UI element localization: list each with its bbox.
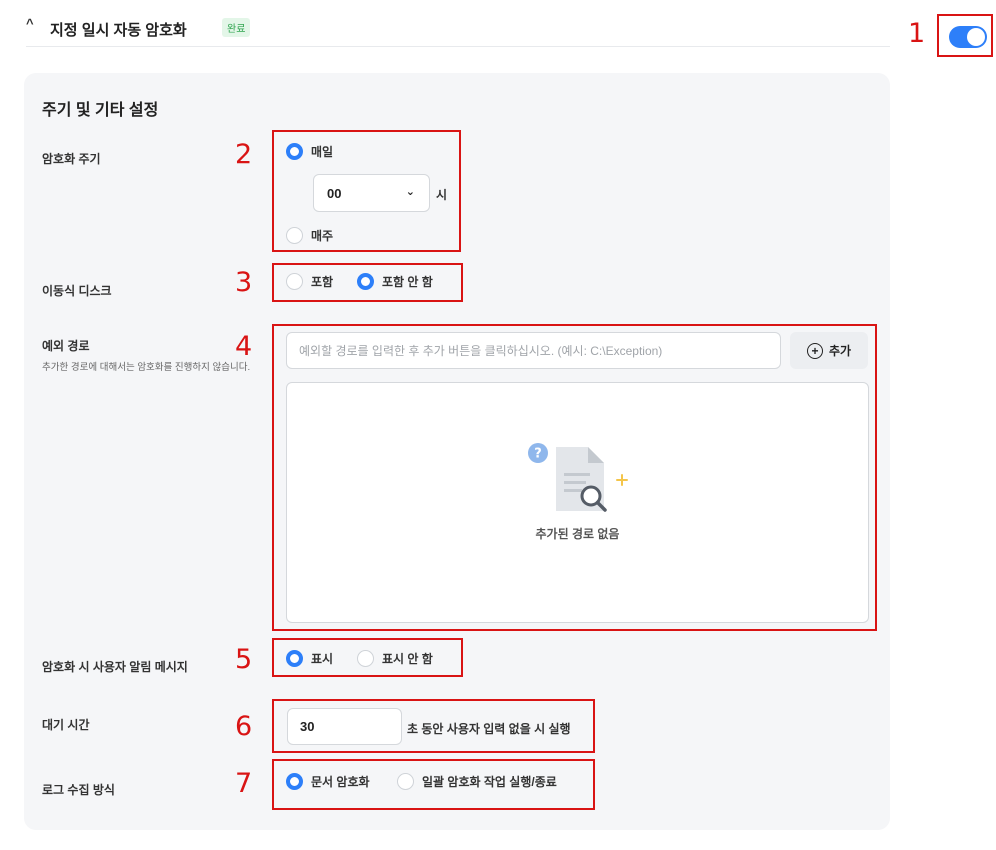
radio-dot-selected bbox=[357, 273, 374, 290]
panel-title: 주기 및 기타 설정 bbox=[42, 102, 159, 119]
annotation-number: 4 bbox=[235, 331, 253, 362]
radio-show[interactable]: 표시 bbox=[286, 650, 333, 667]
radio-dot bbox=[286, 273, 303, 290]
radio-dot bbox=[397, 773, 414, 790]
cycle-label: 암호화 주기 bbox=[42, 152, 101, 166]
notification-label: 암호화 시 사용자 알림 메시지 bbox=[42, 660, 188, 674]
status-badge: 완료 bbox=[222, 18, 251, 37]
plus-circle-icon: + bbox=[806, 342, 823, 359]
annotation-number: 5 bbox=[235, 644, 253, 675]
annotation-number: 2 bbox=[235, 139, 253, 170]
radio-doc-encrypt-label: 문서 암호화 bbox=[311, 775, 370, 789]
radio-daily-label: 매일 bbox=[311, 145, 334, 159]
toggle-knob bbox=[967, 28, 985, 46]
auto-encrypt-toggle[interactable] bbox=[949, 26, 987, 48]
radio-dot bbox=[286, 227, 303, 244]
svg-text:?: ? bbox=[534, 447, 542, 462]
hour-unit: 시 bbox=[436, 188, 448, 202]
wait-time-suffix: 초 동안 사용자 입력 없을 시 실행 bbox=[407, 722, 571, 736]
radio-weekly[interactable]: 매주 bbox=[286, 227, 333, 244]
section-header: ^ 지정 일시 자동 암호화 완료 bbox=[26, 14, 890, 47]
exception-path-list: ? 추가된 경로 없음 bbox=[286, 382, 869, 623]
removable-disk-label: 이동식 디스크 bbox=[42, 284, 112, 298]
add-button-label: 추가 bbox=[828, 344, 852, 358]
wait-time-input[interactable] bbox=[287, 708, 402, 745]
radio-dot bbox=[357, 650, 374, 667]
add-path-button[interactable]: + 추가 bbox=[790, 332, 868, 369]
radio-exclude-label: 포함 안 함 bbox=[382, 275, 433, 289]
empty-document-search-icon: ? bbox=[528, 443, 628, 512]
annotation-number: 1 bbox=[908, 18, 926, 49]
radio-batch-encrypt-label: 일괄 암호화 작업 실행/종료 bbox=[422, 775, 557, 789]
exception-path-label: 예외 경로 bbox=[42, 339, 90, 353]
section-title: 지정 일시 자동 암호화 bbox=[50, 22, 187, 39]
hour-select[interactable]: 00 ⌄ bbox=[313, 174, 430, 212]
radio-include-label: 포함 bbox=[311, 275, 334, 289]
radio-doc-encrypt[interactable]: 문서 암호화 bbox=[286, 773, 370, 790]
radio-include[interactable]: 포함 bbox=[286, 273, 333, 290]
radio-batch-encrypt[interactable]: 일괄 암호화 작업 실행/종료 bbox=[397, 773, 557, 790]
radio-show-label: 표시 bbox=[311, 652, 334, 666]
annotation-number: 3 bbox=[235, 267, 253, 298]
radio-dot-selected bbox=[286, 143, 303, 160]
radio-daily[interactable]: 매일 bbox=[286, 143, 333, 160]
empty-state-text: 추가된 경로 없음 bbox=[535, 527, 620, 541]
exception-path-description: 추가한 경로에 대해서는 암호화를 진행하지 않습니다. bbox=[42, 362, 251, 373]
chevron-up-icon[interactable]: ^ bbox=[26, 16, 34, 31]
annotation-number: 6 bbox=[235, 711, 253, 742]
radio-dot-selected bbox=[286, 650, 303, 667]
chevron-down-icon: ⌄ bbox=[405, 186, 415, 198]
radio-weekly-label: 매주 bbox=[311, 229, 334, 243]
annotation-number: 7 bbox=[235, 768, 253, 799]
wait-time-label: 대기 시간 bbox=[42, 718, 90, 732]
radio-hide[interactable]: 표시 안 함 bbox=[357, 650, 433, 667]
exception-path-input[interactable] bbox=[286, 332, 781, 369]
log-method-label: 로그 수집 방식 bbox=[42, 783, 115, 797]
radio-hide-label: 표시 안 함 bbox=[382, 652, 433, 666]
radio-dot-selected bbox=[286, 773, 303, 790]
radio-exclude[interactable]: 포함 안 함 bbox=[357, 273, 433, 290]
hour-select-value: 00 bbox=[327, 186, 342, 201]
